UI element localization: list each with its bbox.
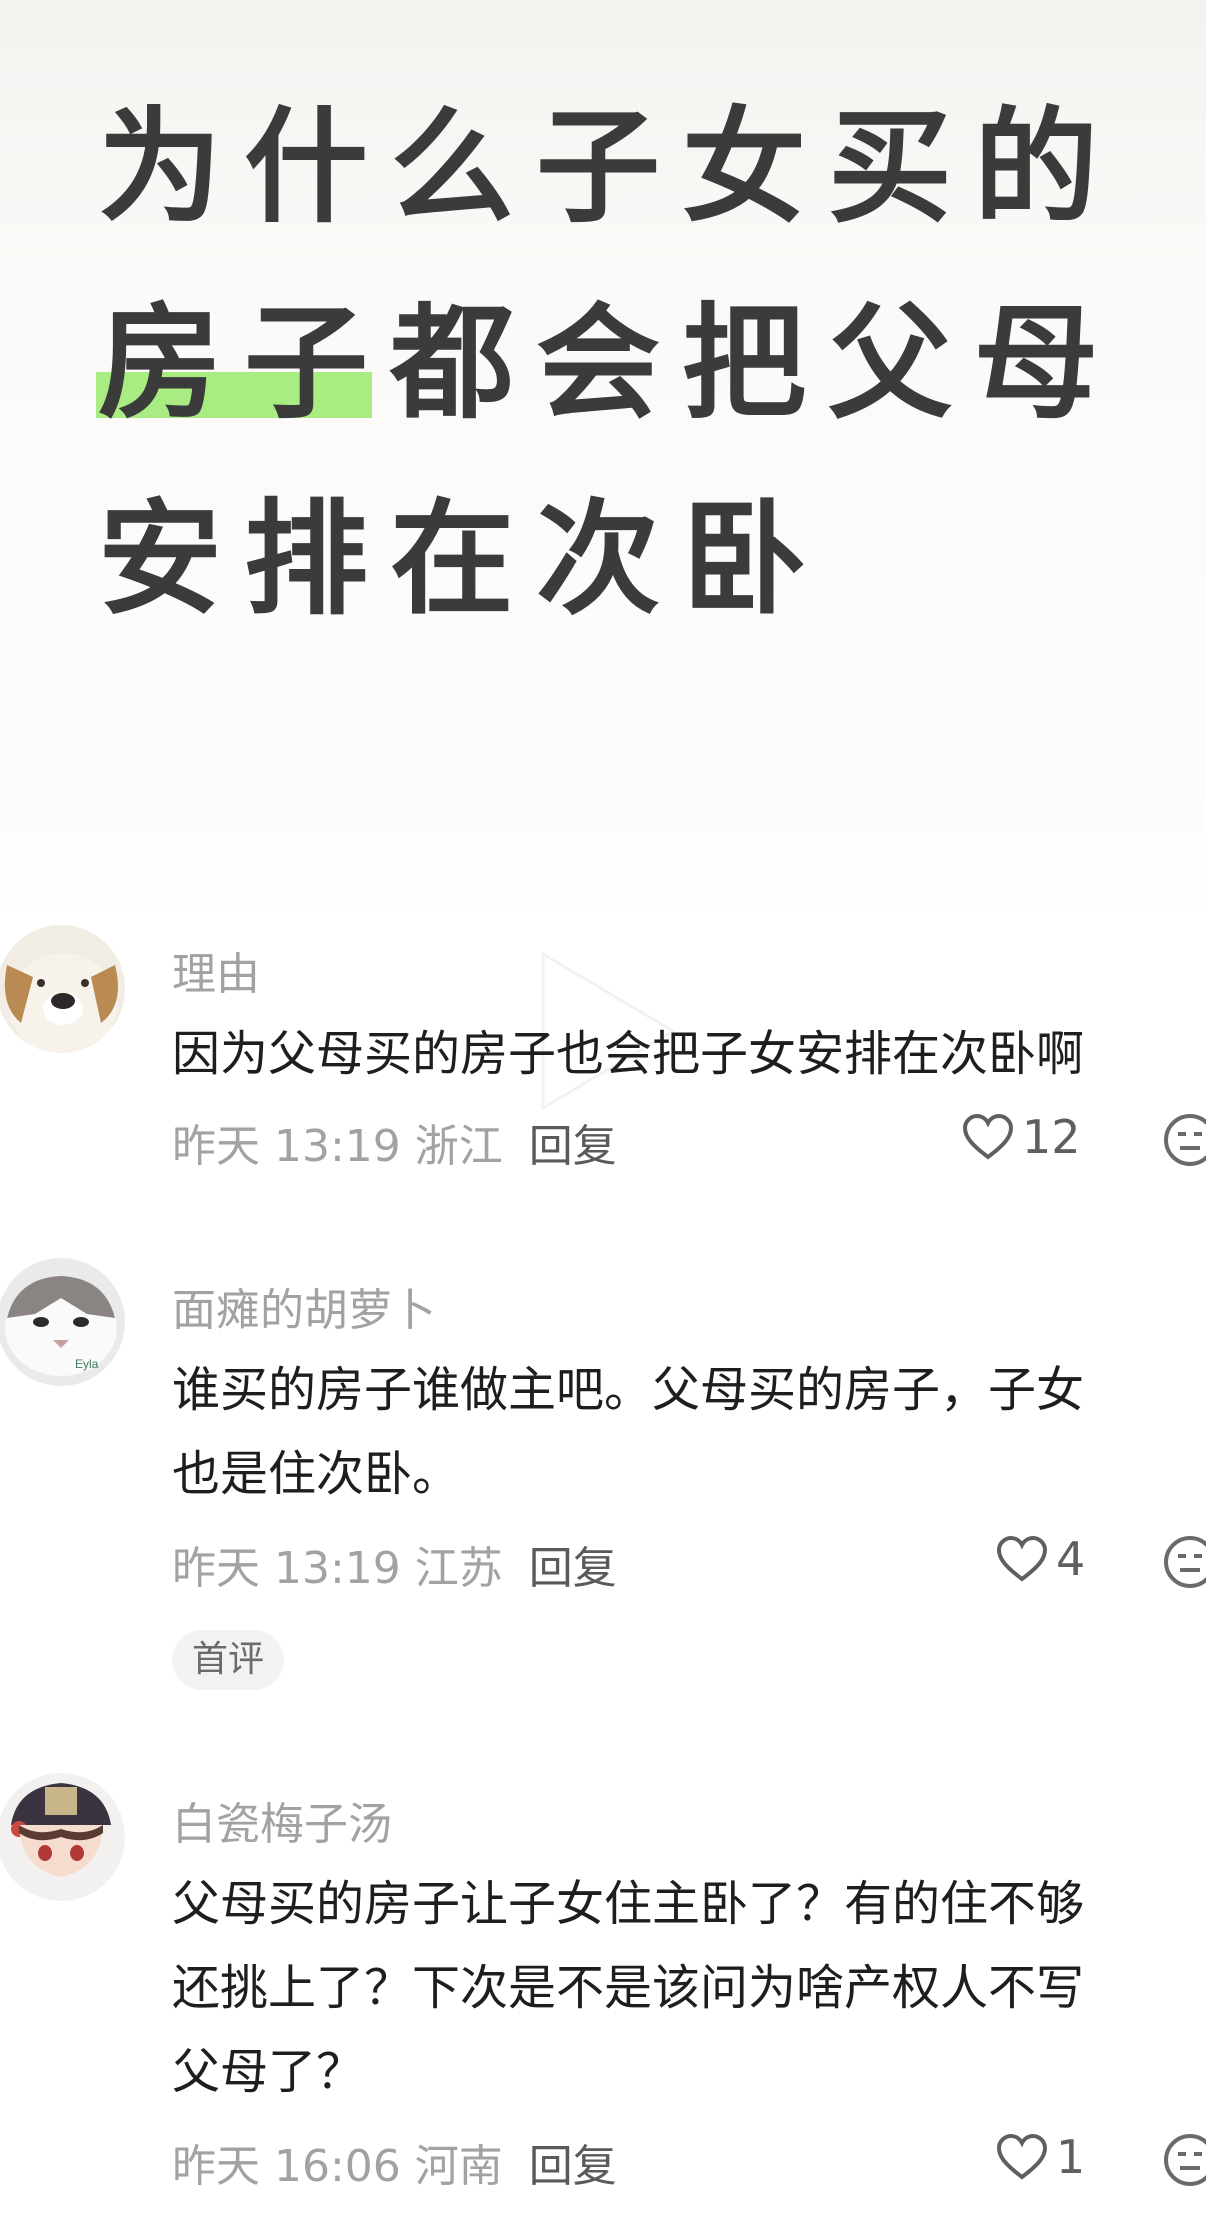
comment-text-line: 也是住次卧。 <box>172 1446 461 1502</box>
heart-icon <box>996 1535 1048 1582</box>
first-comment-badge: 首评 <box>172 1630 285 1690</box>
cat-avatar-icon[interactable]: Eyla <box>0 1258 125 1386</box>
comment-text-line: 父母买的房子让子女住主卧了？有的住不够 <box>172 1876 1085 1932</box>
emoji-reaction-icon[interactable] <box>1162 1112 1206 1168</box>
comment-username[interactable]: 面瘫的胡萝卜 <box>172 1274 436 1338</box>
title-line-2: 房子都会把父母 <box>98 266 1148 462</box>
reply-button[interactable]: 回复 <box>529 1121 617 1172</box>
post-cover-image[interactable]: 为什么子女买的 房子都会把父母 安排在次卧 <box>0 0 1206 905</box>
emoji-reaction-icon[interactable] <box>1162 1534 1206 1590</box>
comment-text-line: 谁买的房子谁做主吧。父母买的房子，子女 <box>172 1362 1085 1418</box>
comment-time: 昨天 16:06 河南 <box>172 2141 503 2192</box>
avatar-watermark: Eyla <box>75 1357 99 1371</box>
dog-avatar-icon[interactable] <box>0 925 125 1053</box>
title-line-3: 安排在次卧 <box>98 488 829 632</box>
like-button[interactable]: 4 <box>996 1532 1085 1586</box>
like-count: 1 <box>1056 2130 1086 2184</box>
heart-icon <box>962 1113 1014 1160</box>
comment-time: 昨天 13:19 江苏 <box>172 1543 503 1594</box>
emoji-reaction-icon[interactable] <box>1162 2132 1206 2188</box>
comment-meta: 昨天 16:06 河南 回复 <box>172 2130 617 2194</box>
comment-text-line: 还挑上了？下次是不是该问为啥产权人不写 <box>172 1960 1085 2016</box>
comment-username[interactable]: 理由 <box>172 938 260 1002</box>
like-button[interactable]: 12 <box>962 1110 1081 1164</box>
title-highlight: 房子 <box>98 292 391 436</box>
reply-button[interactable]: 回复 <box>529 1543 617 1594</box>
like-button[interactable]: 1 <box>996 2130 1085 2184</box>
heart-icon <box>996 2133 1048 2180</box>
comment-meta: 昨天 13:19 浙江 回复 <box>172 1110 617 1174</box>
comment-time: 昨天 13:19 浙江 <box>172 1121 503 1172</box>
reply-button[interactable]: 回复 <box>529 2141 617 2192</box>
comment-username[interactable]: 白瓷梅子汤 <box>172 1788 392 1852</box>
comment-meta: 昨天 13:19 江苏 回复 <box>172 1532 617 1596</box>
anime-girl-avatar-icon[interactable] <box>0 1773 125 1901</box>
comment-text-line: 父母了？ <box>172 2044 365 2100</box>
like-count: 4 <box>1056 1532 1086 1586</box>
title-line-2-text: 都会把父母 <box>390 292 1121 436</box>
title-line-1: 为什么子女买的 <box>98 96 1121 240</box>
like-count: 12 <box>1022 1110 1081 1164</box>
comment-text: 因为父母买的房子也会把子女安排在次卧啊 <box>172 1026 1085 1082</box>
post-title: 为什么子女买的 房子都会把父母 安排在次卧 <box>98 70 1148 658</box>
